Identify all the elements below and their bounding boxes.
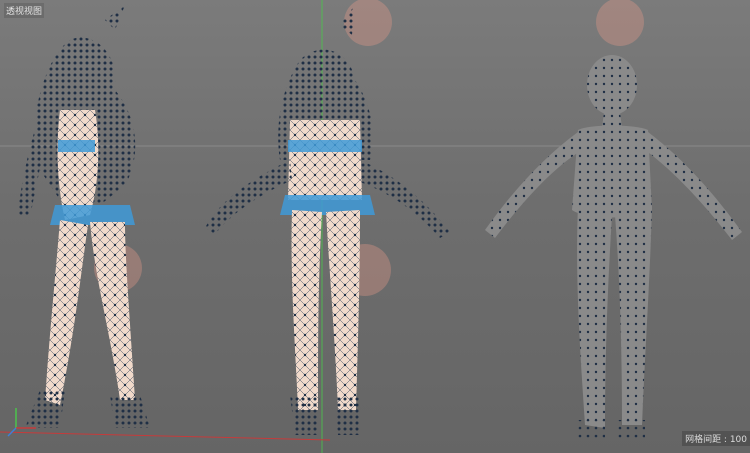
character-back-left xyxy=(18,5,150,428)
scene-canvas[interactable] xyxy=(0,0,750,453)
grid-spacing-readout: 网格间距 : 100 xyxy=(682,431,750,446)
x-axis-line xyxy=(0,431,331,441)
character-basemesh-right xyxy=(485,55,742,440)
character-back-center xyxy=(205,5,450,435)
perspective-viewport[interactable]: 透视视图 网格间距: 100 xyxy=(0,0,750,453)
